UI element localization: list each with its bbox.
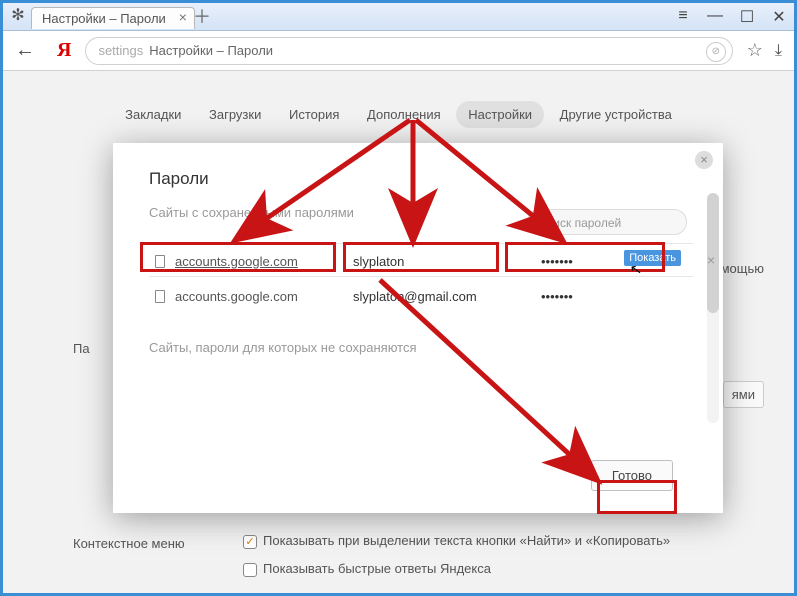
- passwords-dialog: × Пароли Сайты с сохраненными паролями П…: [113, 143, 723, 513]
- checkbox-icon[interactable]: ✓: [243, 563, 257, 577]
- dialog-title: Пароли: [149, 169, 723, 189]
- nav-devices[interactable]: Другие устройства: [548, 101, 684, 128]
- nav-addons[interactable]: Дополнения: [355, 101, 453, 128]
- back-button[interactable]: ←: [15, 39, 35, 62]
- omnibox-prefix: settings: [98, 43, 143, 58]
- never-saved-label: Сайты, пароли для которых не сохраняются: [149, 340, 723, 355]
- nav-history[interactable]: История: [277, 101, 351, 128]
- checkbox-icon[interactable]: ✓: [243, 535, 257, 549]
- bg-btn-snippet[interactable]: ями: [723, 381, 764, 408]
- gear-icon: ✻: [9, 7, 27, 25]
- nav-bookmarks[interactable]: Закладки: [113, 101, 193, 128]
- password-search-input[interactable]: Поиск паролей: [527, 209, 687, 235]
- browser-toolbar: ← Я ⊘ settings Настройки – Пароли ☆ ⤓: [3, 31, 794, 71]
- password-cell: •••••••: [535, 282, 685, 310]
- bg-context-heading: Контекстное меню: [73, 536, 185, 551]
- settings-nav: Закладки Загрузки История Дополнения Нас…: [3, 101, 794, 128]
- username-cell: slyplaton@gmail.com: [347, 282, 525, 310]
- nav-downloads[interactable]: Загрузки: [197, 101, 273, 128]
- omnibox-text: Настройки – Пароли: [149, 43, 273, 58]
- address-bar[interactable]: ⊘ settings Настройки – Пароли: [85, 37, 732, 65]
- bg-checkbox-1[interactable]: ✓Показывать при выделении текста кнопки …: [243, 533, 670, 549]
- tab-title: Настройки – Пароли: [42, 11, 166, 26]
- security-icon: ⊘: [706, 42, 726, 62]
- password-cell[interactable]: ••••••• Показать: [535, 247, 685, 275]
- page-content: Закладки Загрузки История Дополнения Нас…: [3, 71, 794, 593]
- dialog-close-icon[interactable]: ×: [695, 151, 713, 169]
- minimize-button[interactable]: —: [706, 7, 724, 27]
- page-icon: [155, 290, 165, 303]
- site-cell: accounts.google.com: [149, 282, 337, 310]
- delete-row-icon[interactable]: ×: [707, 252, 715, 268]
- yandex-logo-icon[interactable]: Я: [57, 39, 71, 62]
- browser-tab[interactable]: Настройки – Пароли ×: [31, 7, 195, 29]
- password-row-selected[interactable]: accounts.google.com slyplaton ••••••• По…: [149, 243, 693, 277]
- window-titlebar: ✻ Настройки – Пароли × ＋ ≡ — ☐ ✕: [3, 3, 794, 31]
- close-button[interactable]: ✕: [770, 7, 788, 27]
- username-cell[interactable]: slyplaton: [347, 247, 525, 275]
- bg-text-pa: Па: [73, 341, 90, 356]
- done-button[interactable]: Готово: [591, 460, 673, 491]
- downloads-icon[interactable]: ⤓: [775, 42, 782, 60]
- page-icon: [155, 255, 165, 268]
- maximize-button[interactable]: ☐: [738, 7, 756, 27]
- bookmark-icon[interactable]: ☆: [747, 40, 763, 61]
- close-icon[interactable]: ×: [176, 10, 190, 24]
- bg-checkbox-2[interactable]: ✓Показывать быстрые ответы Яндекса: [243, 561, 491, 577]
- password-row[interactable]: accounts.google.com slyplaton@gmail.com …: [149, 279, 693, 313]
- menu-icon[interactable]: ≡: [674, 7, 692, 27]
- site-cell: accounts.google.com: [149, 247, 337, 275]
- new-tab-button[interactable]: ＋: [191, 7, 213, 29]
- nav-settings[interactable]: Настройки: [456, 101, 544, 128]
